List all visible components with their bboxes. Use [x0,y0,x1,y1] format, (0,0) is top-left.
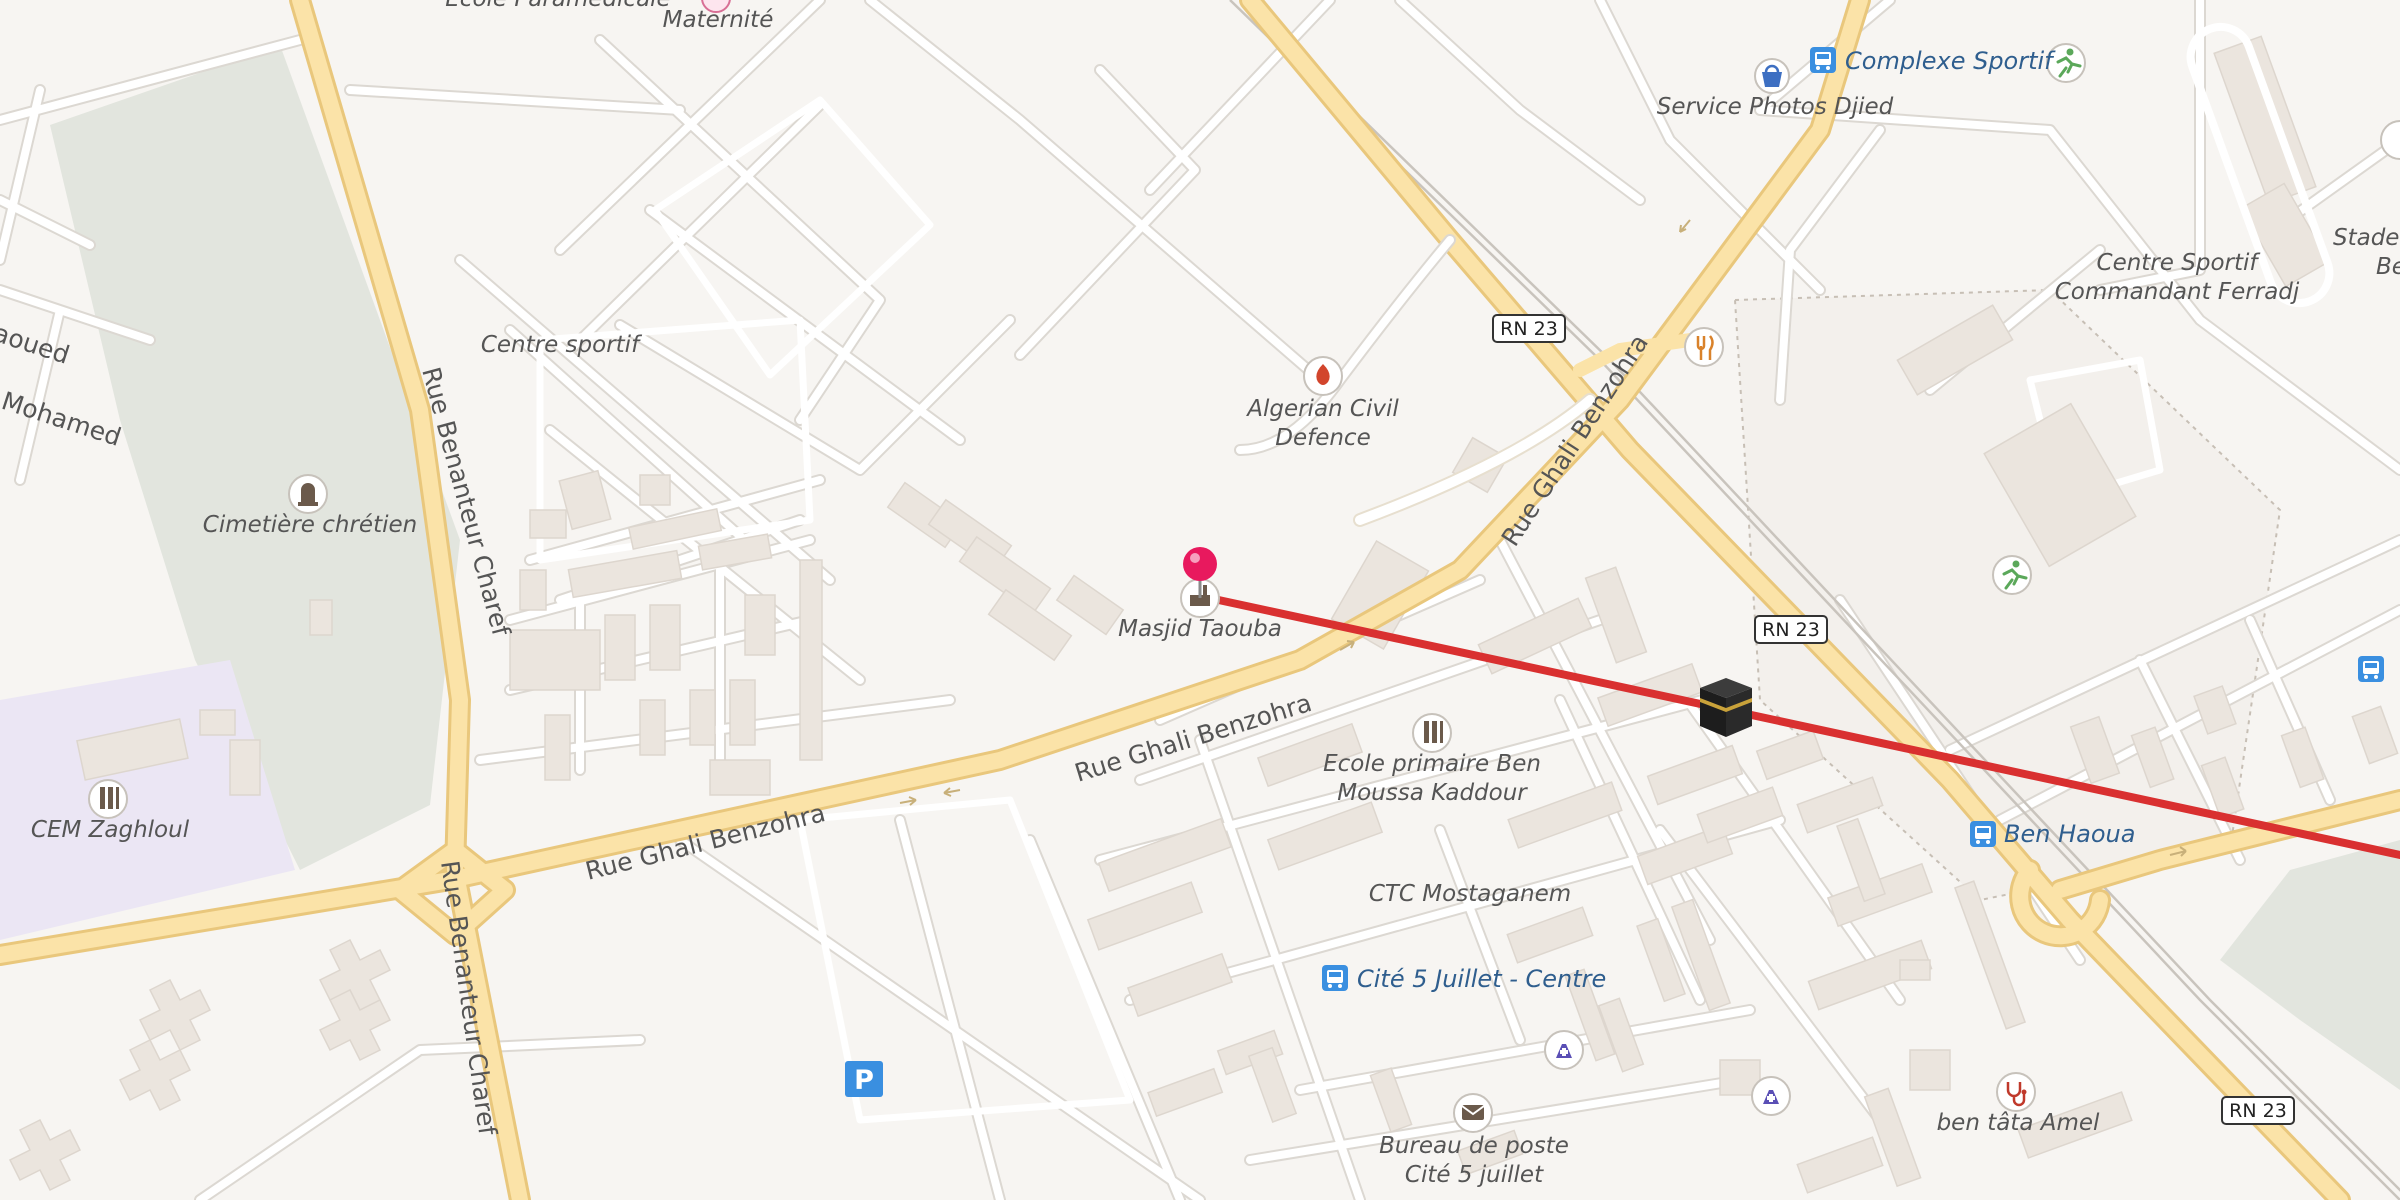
label-ecole-primaire-2: Moussa Kaddour [1337,780,1528,806]
bus-stop-icon-complexe[interactable] [1810,47,1836,73]
label-service-photos: Service Photos Djied [1657,94,1894,120]
fire-station-icon[interactable] [1303,356,1343,396]
label-civil-defence-2: Defence [1275,425,1370,451]
label-stade: Stade I [2333,225,2400,251]
cemetery-icon[interactable] [288,474,328,514]
svg-text:RN 23: RN 23 [1762,619,1820,641]
post-office-icon[interactable] [1453,1093,1493,1133]
label-cite-5-juillet: Cité 5 Juillet - Centre [1357,965,1606,993]
sport-running-icon-1[interactable] [2046,43,2086,83]
svg-text:RN 23: RN 23 [1500,318,1558,340]
doctor-stethoscope-icon[interactable] [1996,1072,2036,1112]
pharmacy-icon-2[interactable] [1751,1076,1791,1116]
label-masjid: Masjid Taouba [1118,616,1282,642]
sport-running-icon-2[interactable] [1992,555,2032,595]
rn23-shield-2[interactable]: RN 23 [1754,615,1828,644]
rn23-shield-1[interactable]: RN 23 [1492,314,1566,343]
school-icon-ecole[interactable] [1412,713,1452,753]
label-ben-tata: ben tâta Amel [1937,1110,2100,1136]
label-civil-defence-1: Algerian Civil [1245,396,1399,422]
rn23-shield-3[interactable]: RN 23 [2221,1096,2295,1125]
label-ecole-primaire-1: Ecole primaire Ben [1323,751,1541,777]
label-centre-sportif-cmdt-2: Commandant Ferradj [2055,279,2300,305]
svg-text:P: P [854,1065,874,1096]
shopping-bag-icon[interactable] [1754,58,1790,94]
label-complexe-sportif: Complexe Sportif [1845,47,2056,75]
label-cem: CEM Zaghloul [31,817,190,843]
label-ctc: CTC Mostaganem [1369,881,1571,907]
school-icon-cem[interactable] [88,779,128,819]
label-ecole-paramedicale: Ecole Paramédicale [445,0,670,12]
restaurant-icon[interactable] [1684,327,1724,367]
label-centre-sportif-cmdt-1: Centre Sportif [2097,250,2261,276]
label-cimetiere: Cimetière chrétien [203,512,417,538]
bus-stop-icon-ben-haoua[interactable] [1970,821,1996,847]
label-ben-haoua: Ben Haoua [2004,820,2135,848]
pharmacy-icon-1[interactable] [1544,1030,1584,1070]
label-maternite: Maternité [663,7,774,33]
label-bureau-poste-1: Bureau de poste [1379,1133,1569,1159]
parking-icon[interactable]: P [845,1061,883,1097]
bus-stop-icon-cite[interactable] [1322,965,1348,991]
svg-text:RN 23: RN 23 [2229,1100,2287,1122]
bus-stop-icon-east[interactable] [2358,656,2384,682]
label-centre-sportif: Centre sportif [481,332,642,358]
label-stade-2: Be [2376,254,2400,280]
label-bureau-poste-2: Cité 5 juillet [1405,1162,1544,1188]
kaaba-icon[interactable] [1700,678,1752,737]
map-canvas[interactable]: RN 23 RN 23 RN 23 Rue Benanteur Charef R… [0,0,2400,1200]
